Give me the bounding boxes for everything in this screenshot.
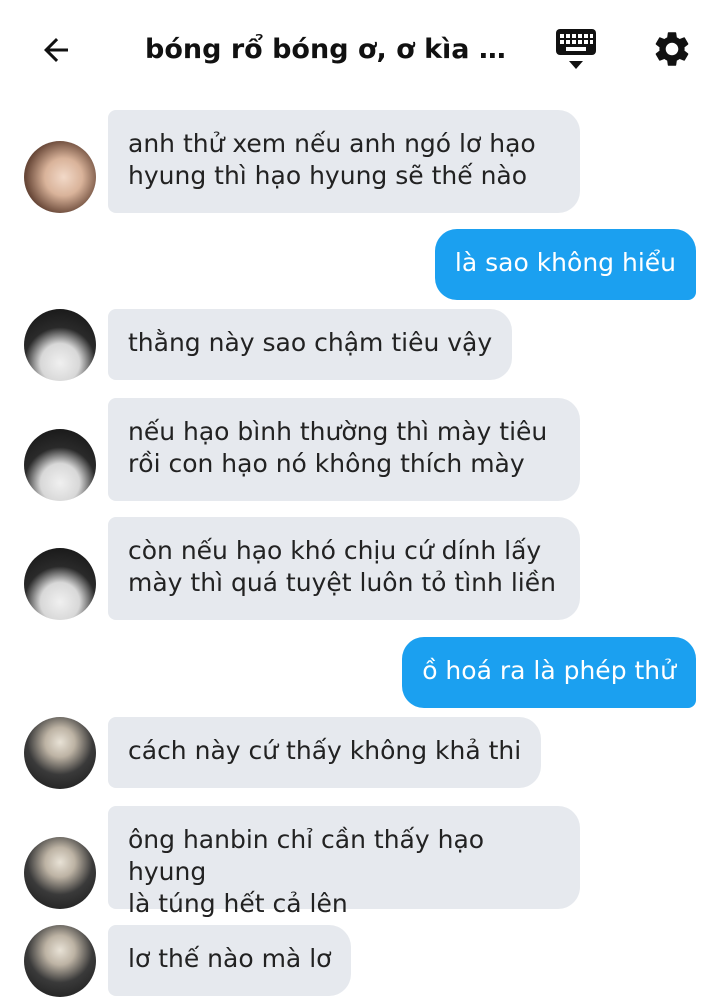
gear-icon xyxy=(655,32,689,66)
chat-header: bóng rổ bóng ơ, ơ kìa bóng ơ xyxy=(0,0,720,98)
message-bubble-received: còn nếu hạo khó chịu cứ dính lấy mày thì… xyxy=(108,517,580,620)
avatar[interactable] xyxy=(24,429,96,501)
avatar[interactable] xyxy=(24,141,96,213)
message-bubble-sent: ồ hoá ra là phép thử xyxy=(402,637,696,708)
avatar[interactable] xyxy=(24,837,96,909)
avatar[interactable] xyxy=(24,925,96,997)
avatar[interactable] xyxy=(24,309,96,381)
message-bubble-received: anh thử xem nếu anh ngó lơ hạo hyung thì… xyxy=(108,110,580,213)
message-bubble-received: ông hanbin chỉ cần thấy hạo hyung là tún… xyxy=(108,806,580,918)
message-bubble-received: cách này cứ thấy không khả thi xyxy=(108,717,542,788)
avatar[interactable] xyxy=(24,548,96,620)
keyboard-button[interactable] xyxy=(548,24,604,74)
keyboard-icon xyxy=(556,29,596,69)
message-bubble-received: nếu hạo bình thường thì mày tiêu rồi con… xyxy=(108,398,580,501)
message-bubble-received: thằng này sao chậm tiêu vậy xyxy=(108,309,513,380)
back-button[interactable] xyxy=(30,26,82,74)
arrow-left-icon xyxy=(44,38,68,62)
message-bubble-sent: là sao không hiểu xyxy=(434,229,696,300)
avatar[interactable] xyxy=(24,717,96,789)
chat-title: bóng rổ bóng ơ, ơ kìa bóng ơ xyxy=(145,34,510,65)
message-bubble-received: lơ thế nào mà lơ xyxy=(108,925,352,996)
settings-button[interactable] xyxy=(648,24,696,74)
